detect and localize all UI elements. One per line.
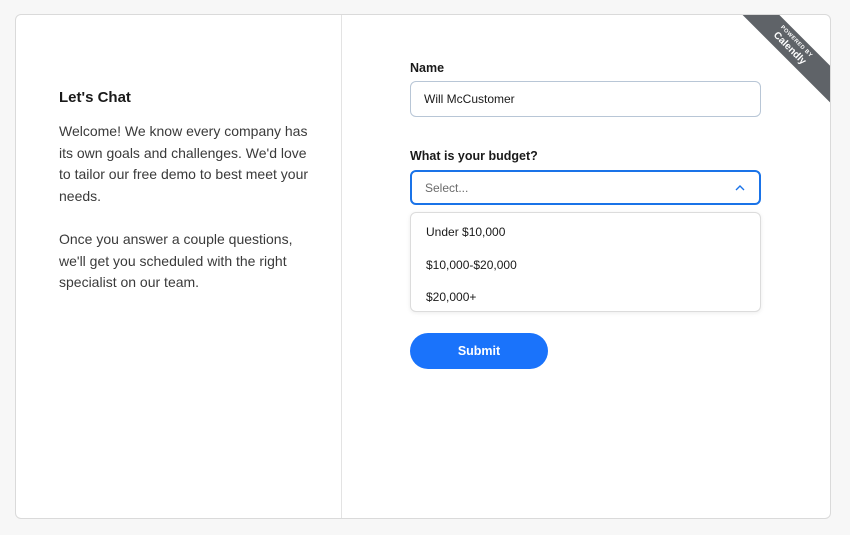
budget-option-10000-20000[interactable]: $10,000-$20,000 [411, 249, 760, 282]
name-label: Name [410, 61, 445, 75]
intro-title: Let's Chat [59, 89, 131, 106]
intro-paragraph-welcome: Welcome! We know every company has its o… [59, 123, 309, 204]
budget-label: What is your budget? [410, 149, 538, 163]
budget-option-20000-plus[interactable]: $20,000+ [411, 281, 760, 314]
name-input[interactable] [410, 81, 761, 117]
intro-pane: Let's Chat Welcome! We know every compan… [16, 15, 342, 518]
powered-by-ribbon[interactable]: POWERED BY Calendly [740, 15, 830, 105]
budget-select-placeholder: Select... [425, 180, 469, 195]
intro-paragraph-schedule: Once you answer a couple questions, we'l… [59, 231, 293, 290]
chevron-up-icon[interactable] [734, 182, 746, 194]
submit-button[interactable]: Submit [410, 333, 548, 369]
budget-select[interactable]: Select... [410, 170, 761, 205]
powered-by-badge[interactable]: POWERED BY Calendly [740, 15, 830, 105]
scheduling-card: Let's Chat Welcome! We know every compan… [15, 14, 831, 519]
budget-dropdown-menu: Under $10,000 $10,000-$20,000 $20,000+ [410, 212, 761, 312]
budget-option-under-10000[interactable]: Under $10,000 [411, 216, 760, 249]
